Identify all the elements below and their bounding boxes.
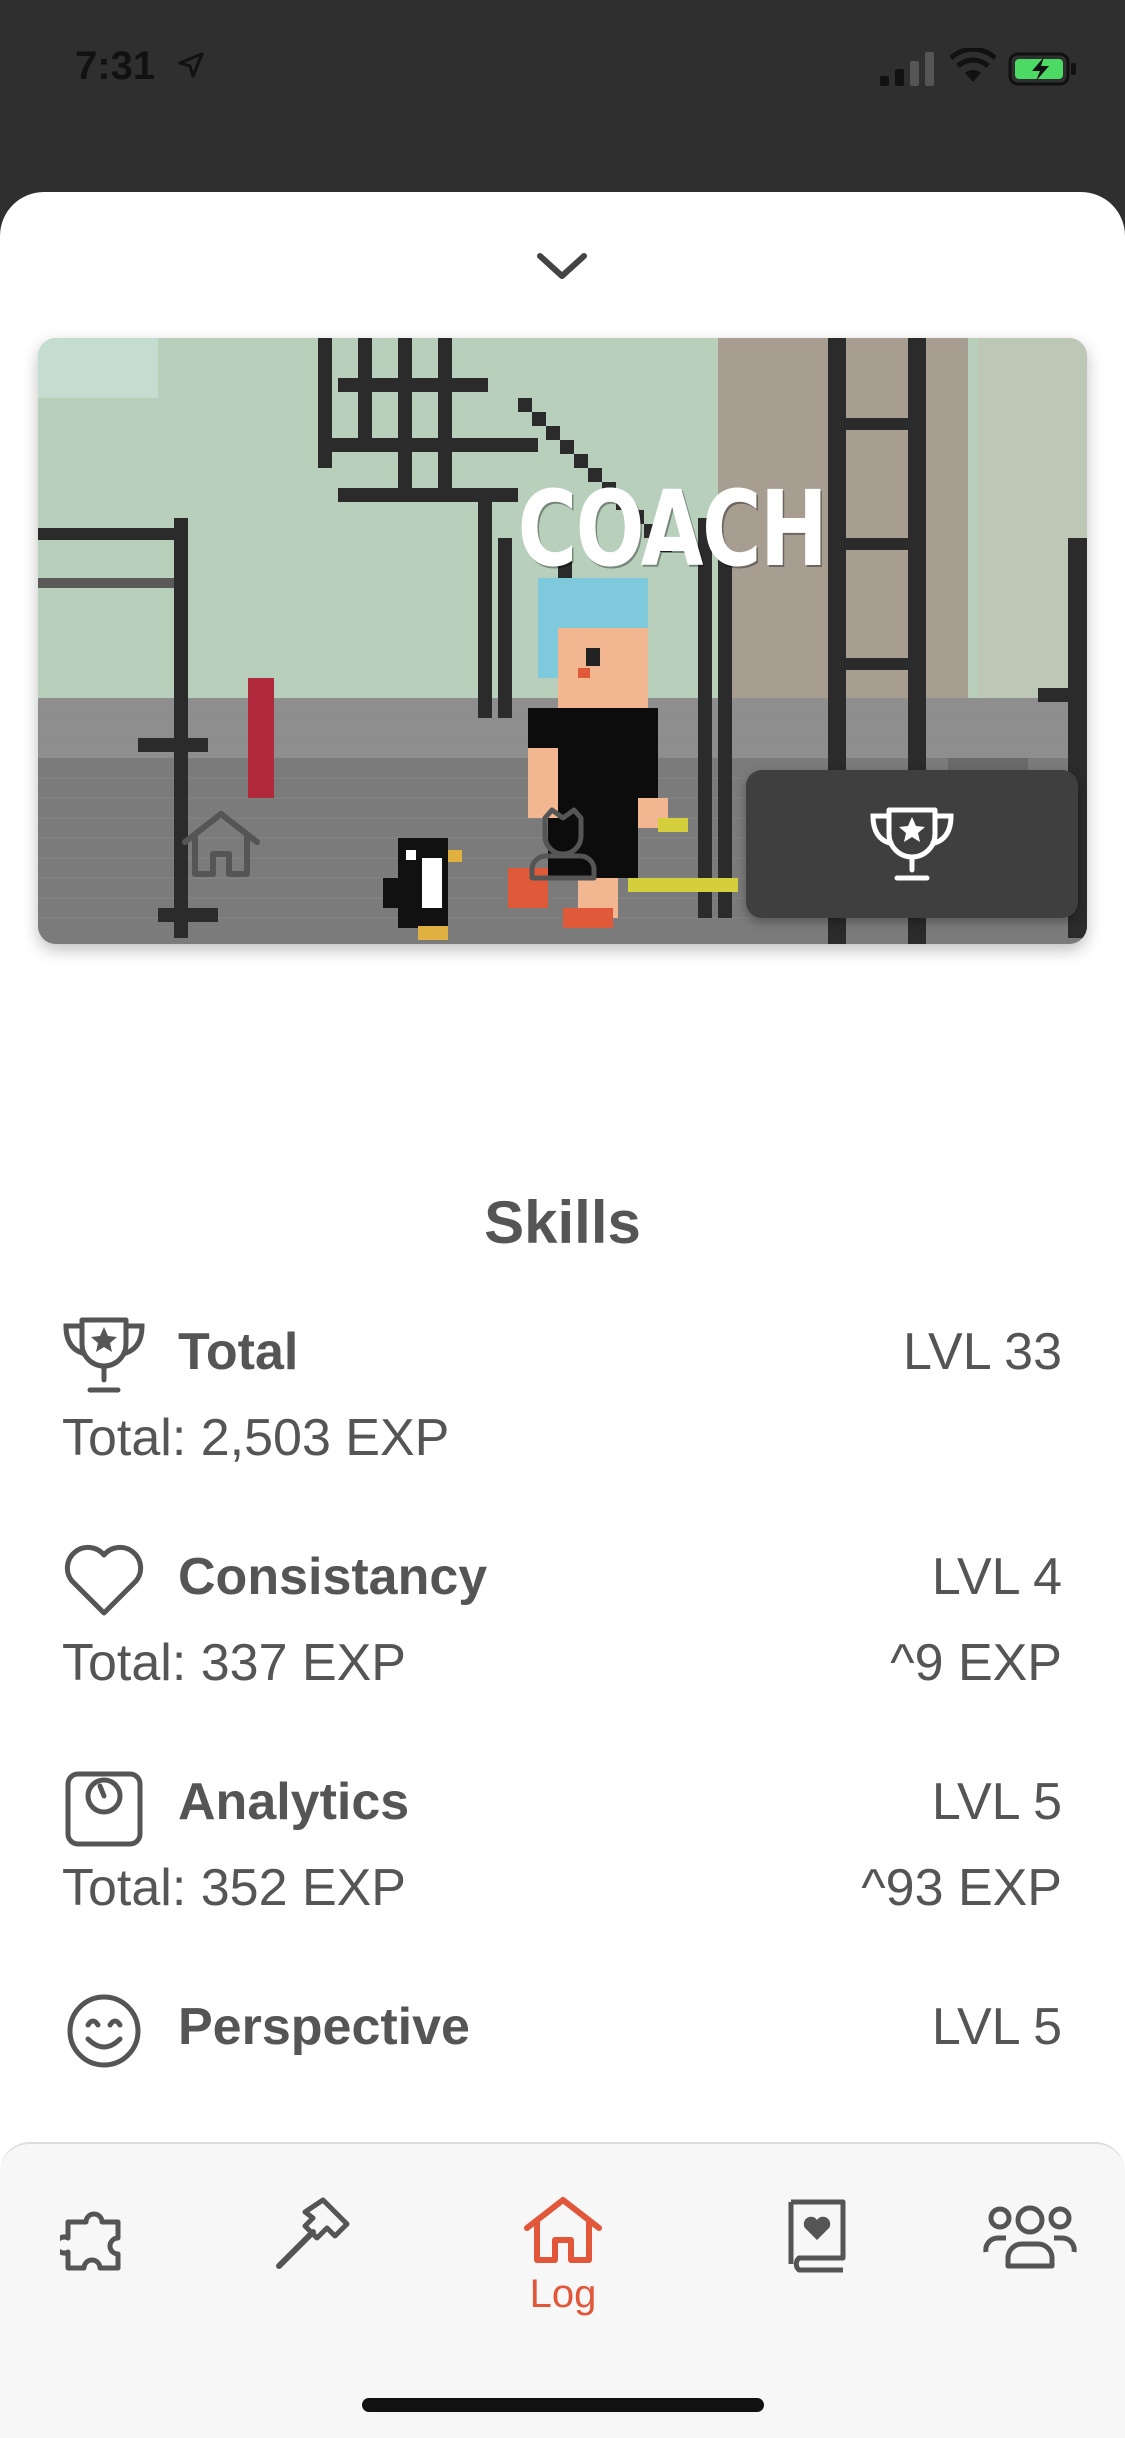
nav-hammer[interactable]	[245, 2194, 375, 2324]
skill-level: LVL 5	[931, 1998, 1062, 2056]
location-arrow-icon	[178, 52, 204, 78]
home-icon	[182, 811, 260, 877]
trophy-icon	[870, 807, 954, 881]
group-icon	[983, 2205, 1077, 2269]
skill-name: Consistancy	[178, 1548, 488, 1606]
skill-next-exp: ^93 EXP	[861, 1859, 1062, 1917]
skill-total-exp: Total: 352 EXP	[62, 1859, 406, 1917]
tab-home[interactable]	[56, 770, 386, 918]
status-time: 7:31	[75, 44, 156, 88]
battery-icon	[1008, 52, 1076, 86]
nav-log-label: Log	[529, 2272, 597, 2316]
section-title: Skills	[484, 1189, 641, 1256]
book-heart-icon	[788, 2199, 846, 2273]
skill-total-exp: Total: 2,503 EXP	[62, 1409, 450, 1467]
skill-next-exp: ^9 EXP	[890, 1634, 1062, 1692]
status-bar: 7:31	[0, 0, 1125, 140]
skill-analytics[interactable]: Analytics LVL 5 Total: 352 EXP ^93 EXP	[62, 1764, 1062, 1964]
skill-level: LVL 4	[931, 1548, 1062, 1606]
coach-sheet: COACH Skills Total LVL 33 Total: 2,503 E…	[0, 192, 1125, 2436]
smile-icon	[67, 1994, 141, 2068]
nav-log[interactable]: Log	[498, 2194, 628, 2324]
skill-level: LVL 33	[902, 1323, 1062, 1381]
skill-name: Perspective	[178, 1998, 470, 2056]
signal-icon	[880, 52, 934, 86]
skill-name: Total	[178, 1323, 299, 1381]
tab-trophy[interactable]	[746, 770, 1078, 918]
home-indicator	[362, 2398, 764, 2412]
skill-name: Analytics	[178, 1773, 410, 1831]
trophy-icon	[63, 1317, 145, 1393]
heart-icon	[64, 1544, 144, 1616]
puzzle-icon	[60, 2211, 121, 2271]
hero-title: COACH	[517, 468, 828, 590]
chevron-down-icon[interactable]	[534, 248, 590, 284]
skill-total[interactable]: Total LVL 33 Total: 2,503 EXP	[62, 1314, 1062, 1514]
tab-profile[interactable]	[398, 770, 728, 918]
skill-total-exp: Total: 337 EXP	[62, 1634, 406, 1692]
nav-puzzle[interactable]	[40, 2194, 170, 2324]
wifi-icon	[950, 48, 996, 82]
profile-icon	[529, 807, 597, 881]
scale-icon	[65, 1771, 143, 1847]
nav-journal[interactable]	[752, 2194, 882, 2324]
home-icon	[524, 2197, 602, 2263]
nav-community[interactable]	[965, 2194, 1095, 2324]
skill-consistancy[interactable]: Consistancy LVL 4 Total: 337 EXP ^9 EXP	[62, 1539, 1062, 1739]
skill-level: LVL 5	[931, 1773, 1062, 1831]
bottom-nav: Log	[0, 2142, 1125, 2438]
hammer-icon	[276, 2197, 350, 2269]
